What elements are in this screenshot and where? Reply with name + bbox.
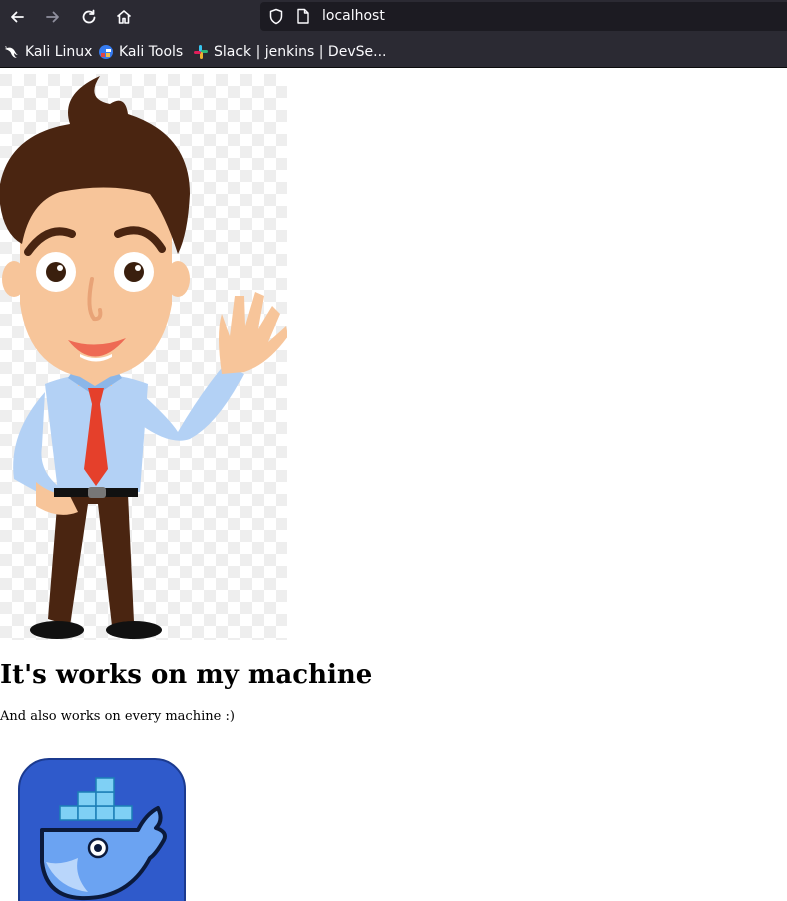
slack-icon xyxy=(194,45,208,59)
kali-dragon-icon xyxy=(5,46,18,58)
page-info-icon[interactable] xyxy=(296,8,310,25)
back-button[interactable] xyxy=(4,4,30,30)
page-paragraph: And also works on every machine :) xyxy=(0,709,235,724)
bookmark-label: Kali Tools xyxy=(119,43,184,60)
tracking-protection-shield-icon[interactable] xyxy=(268,8,284,25)
forward-arrow-icon xyxy=(46,11,59,23)
docker-logo-image xyxy=(18,758,186,901)
bookmarks-toolbar: Kali Linux Kali Tools Slack | jenkins | … xyxy=(0,36,787,67)
waving-cartoon-man-image xyxy=(0,74,287,640)
kali-tools-icon xyxy=(99,45,113,59)
bookmark-slack-jenkins[interactable]: Slack | jenkins | DevSe... xyxy=(193,43,386,61)
reload-button[interactable] xyxy=(76,4,102,30)
home-button[interactable] xyxy=(111,4,137,30)
url-text[interactable]: localhost xyxy=(322,8,385,25)
page-heading: It's works on my machine xyxy=(0,660,373,690)
address-bar[interactable]: localhost xyxy=(260,2,787,31)
browser-chrome: localhost Kali Linux Kali Tools Slack | … xyxy=(0,0,787,68)
bookmark-label: Slack | jenkins | DevSe... xyxy=(214,43,387,60)
reload-icon xyxy=(82,9,96,24)
navigation-toolbar: localhost xyxy=(0,0,787,34)
back-arrow-icon xyxy=(11,11,24,23)
home-icon xyxy=(116,10,132,24)
bookmark-kali-linux[interactable]: Kali Linux xyxy=(4,43,92,61)
page-content: It's works on my machine And also works … xyxy=(0,68,787,901)
forward-button[interactable] xyxy=(40,4,66,30)
bookmark-label: Kali Linux xyxy=(25,43,93,60)
bookmark-kali-tools[interactable]: Kali Tools xyxy=(98,43,183,61)
